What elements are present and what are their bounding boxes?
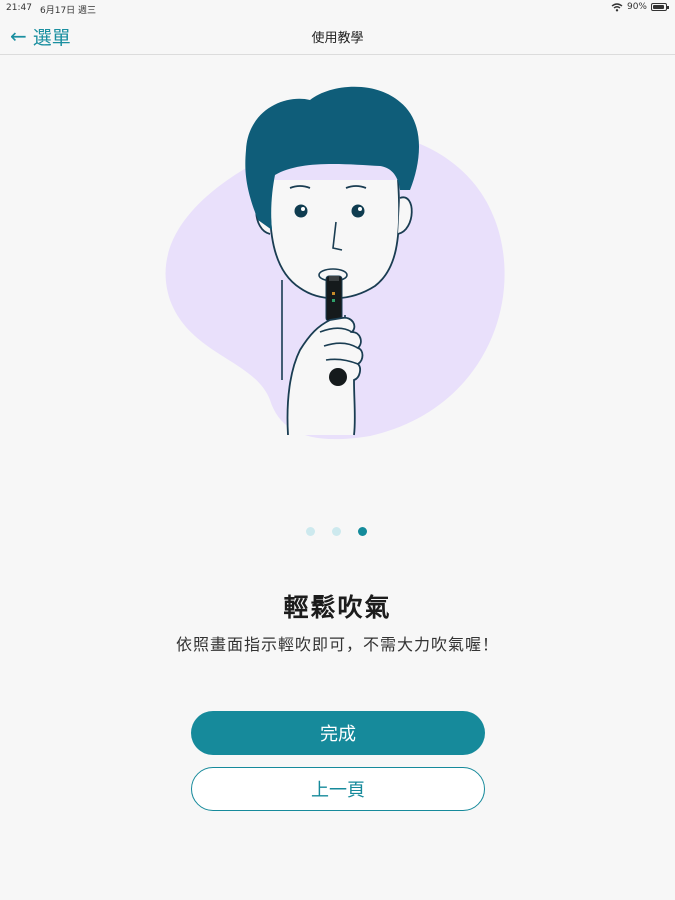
breathalyzer-device — [325, 275, 343, 322]
page-indicator — [306, 527, 367, 536]
status-time: 21:47 — [6, 3, 32, 13]
previous-page-button[interactable]: 上一頁 — [191, 767, 485, 811]
status-date: 6月17日 週三 — [40, 6, 97, 16]
page-title: 使用教學 — [311, 31, 364, 46]
man-blowing-breathalyzer-illustration — [165, 86, 505, 440]
done-button[interactable]: 完成 — [191, 711, 485, 755]
status-right: 90% — [611, 2, 669, 12]
nav-bar: ← 選單 使用教學 — [0, 18, 675, 55]
left-eye — [294, 204, 308, 218]
step-description: 依照畫面指示輕吹即可，不需大力吹氣喔！ — [175, 635, 499, 654]
battery-icon — [651, 3, 669, 11]
page-dot-3-active[interactable] — [358, 527, 367, 536]
battery-percent: 90% — [626, 2, 647, 12]
right-eye — [351, 204, 365, 218]
page-dot-1[interactable] — [306, 527, 315, 536]
page-dot-2[interactable] — [332, 527, 341, 536]
step-headline: 輕鬆吹氣 — [283, 593, 392, 622]
status-bar: 21:47 6月17日 週三 90% — [0, 0, 675, 18]
thumb — [329, 368, 347, 386]
wifi-icon — [611, 2, 623, 11]
